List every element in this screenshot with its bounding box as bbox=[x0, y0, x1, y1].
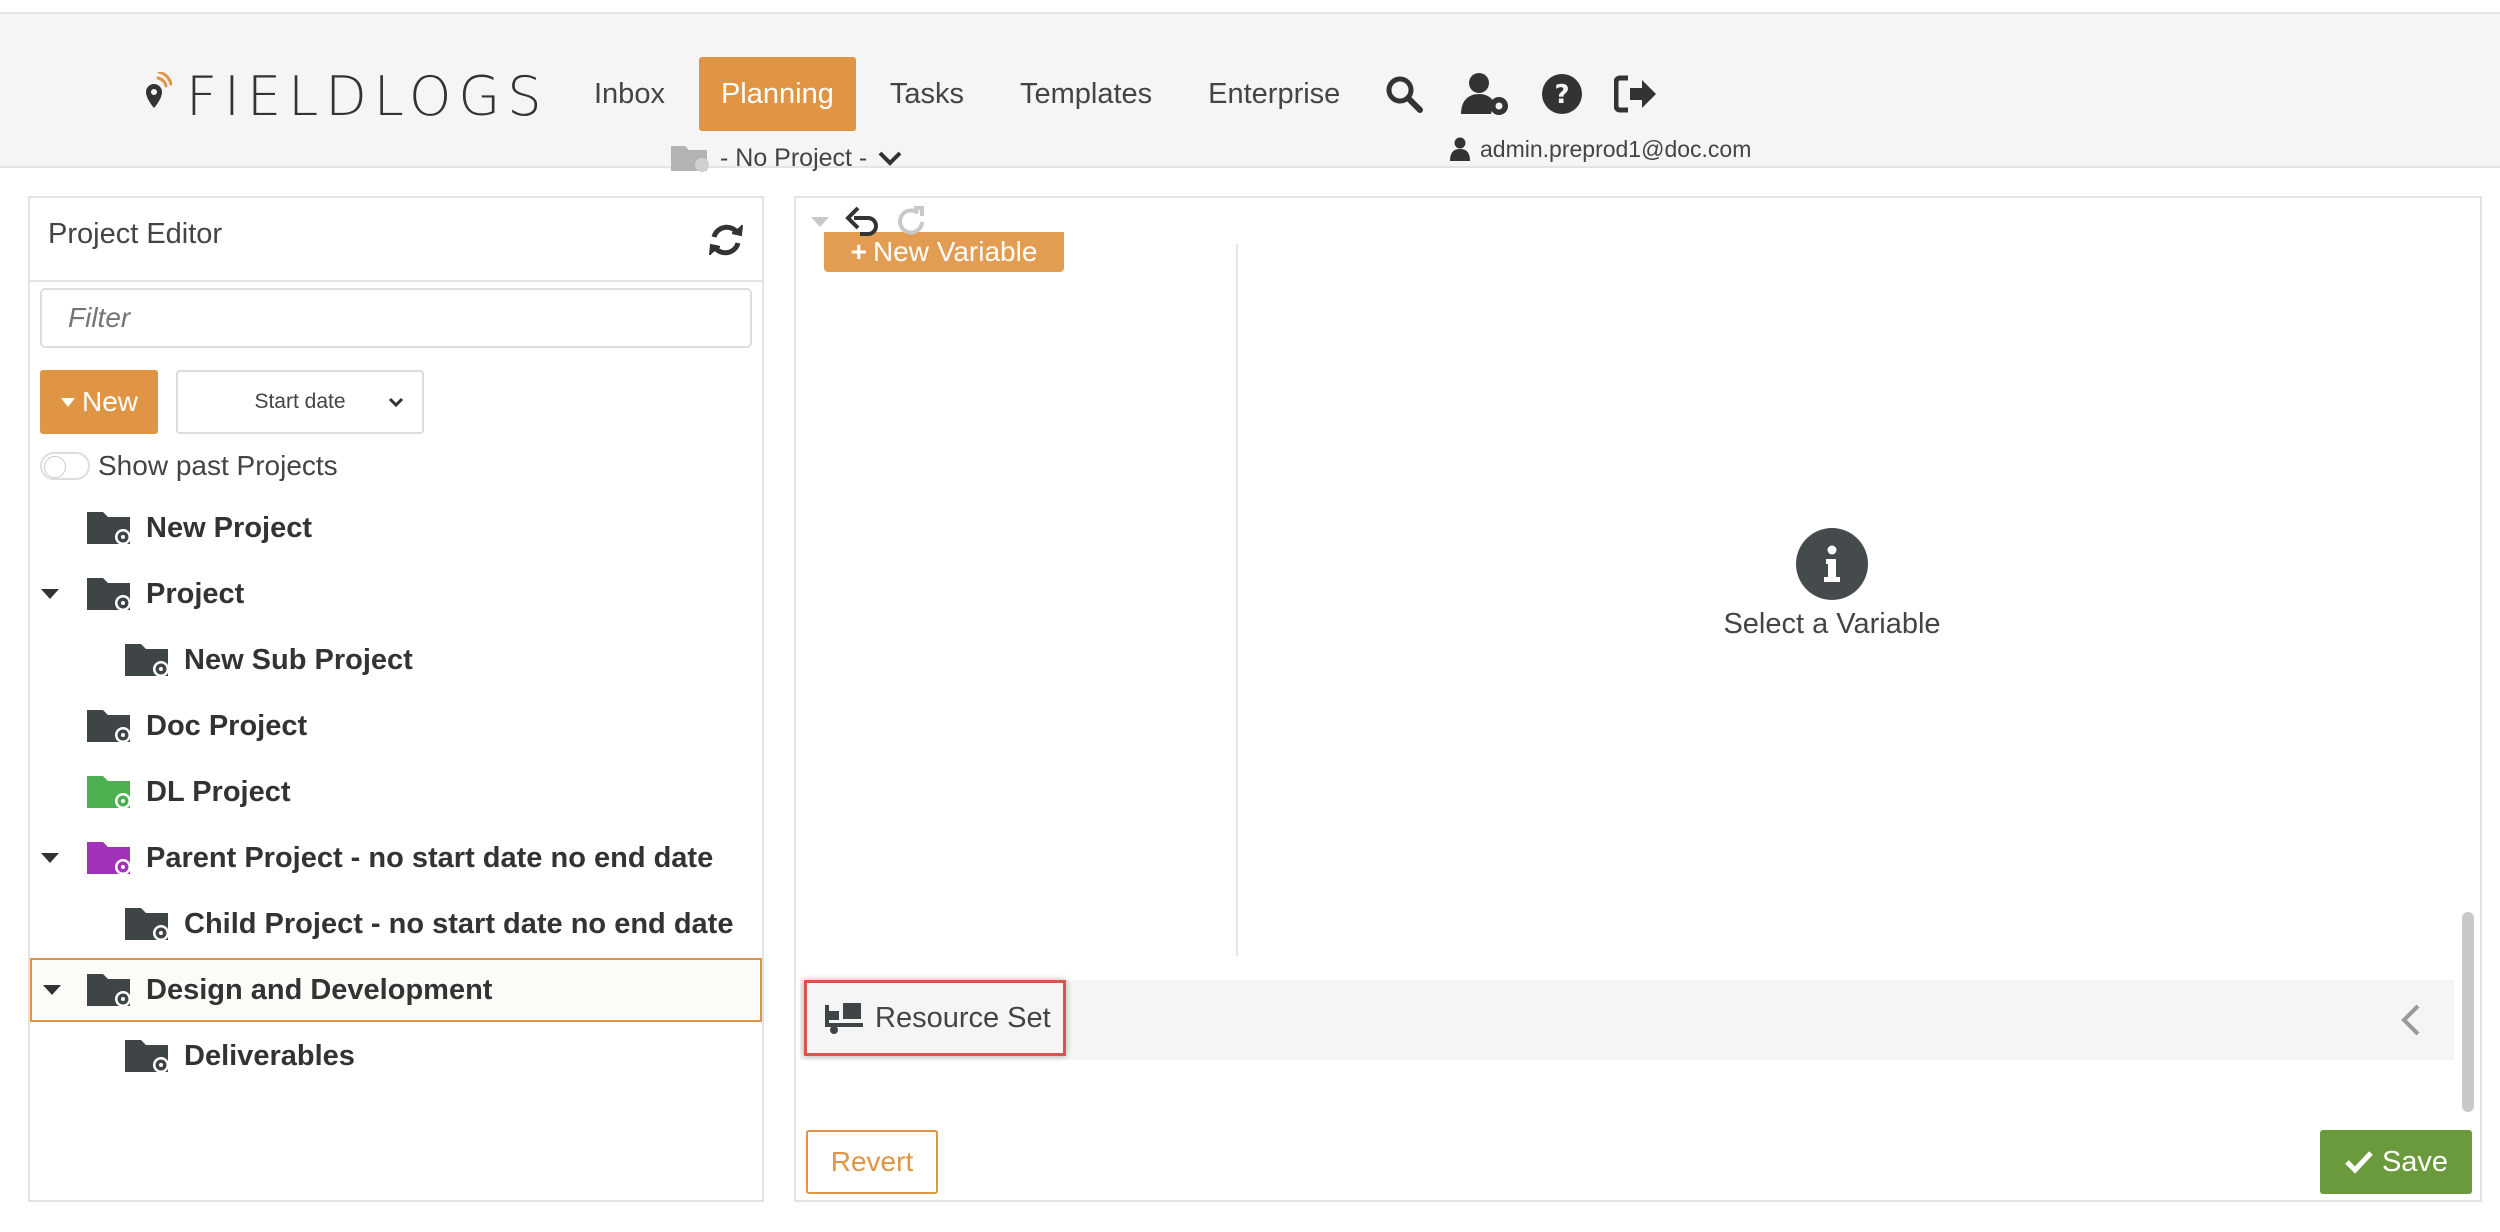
search-icon[interactable] bbox=[1376, 66, 1432, 122]
project-folder-icon bbox=[125, 1040, 169, 1073]
panel-divider bbox=[30, 280, 762, 282]
new-project-button[interactable]: New bbox=[40, 370, 158, 434]
project-folder-icon bbox=[87, 512, 131, 545]
tree-item-label: Deliverables bbox=[184, 1039, 355, 1072]
tree-item-new-project[interactable]: New Project bbox=[30, 496, 762, 560]
chevron-down-icon bbox=[878, 151, 902, 166]
truck-loading-icon bbox=[825, 1003, 863, 1034]
tree-item-doc-project[interactable]: Doc Project bbox=[30, 694, 762, 758]
project-selector[interactable]: - No Project - bbox=[670, 138, 903, 178]
tree-item-label: Parent Project - no start date no end da… bbox=[146, 841, 714, 874]
show-past-projects-row: Show past Projects bbox=[40, 446, 338, 486]
tree-item-label: Doc Project bbox=[146, 709, 308, 742]
user-info[interactable]: admin.preprod1@doc.com bbox=[1450, 132, 1751, 166]
chevron-down-icon bbox=[388, 397, 404, 408]
caret-down-icon bbox=[60, 398, 75, 407]
window-top-border bbox=[0, 0, 2500, 14]
tree-item-label: DL Project bbox=[146, 775, 291, 808]
save-button[interactable]: Save bbox=[2320, 1130, 2472, 1194]
location-pin-icon bbox=[146, 72, 172, 108]
variable-list-divider bbox=[1236, 244, 1238, 956]
redo-icon[interactable] bbox=[894, 204, 930, 240]
project-folder-icon bbox=[671, 146, 709, 172]
user-email: admin.preprod1@doc.com bbox=[1480, 135, 1752, 162]
tree-item-new-sub-project[interactable]: New Sub Project bbox=[30, 628, 762, 692]
nav-inbox[interactable]: Inbox bbox=[572, 57, 687, 131]
resource-set-button[interactable]: Resource Set bbox=[804, 980, 1066, 1056]
undo-icon[interactable] bbox=[844, 204, 880, 240]
history-controls bbox=[810, 202, 930, 242]
tree-item-project[interactable]: Project bbox=[30, 562, 762, 626]
help-icon[interactable]: ? bbox=[1534, 66, 1590, 122]
app-header: FIELDLOGS Inbox Planning Tasks Templates… bbox=[0, 14, 2500, 172]
tree-item-deliverables[interactable]: Deliverables bbox=[30, 1024, 762, 1088]
project-folder-icon bbox=[125, 644, 169, 677]
chevron-left-icon[interactable] bbox=[2396, 1002, 2426, 1038]
project-folder-icon bbox=[87, 974, 131, 1007]
save-label: Save bbox=[2381, 1145, 2449, 1178]
sign-out-icon[interactable] bbox=[1608, 66, 1664, 122]
project-folder-icon bbox=[125, 908, 169, 941]
panel-title: Project Editor bbox=[48, 218, 223, 250]
tree-item-dl-project[interactable]: DL Project bbox=[30, 760, 762, 824]
scrollbar[interactable] bbox=[2462, 912, 2474, 1112]
project-selector-label: - No Project - bbox=[720, 143, 868, 172]
info-icon bbox=[1796, 528, 1868, 600]
svg-text:?: ? bbox=[1554, 80, 1569, 110]
tree-item-label: New Project bbox=[146, 511, 312, 544]
tree-item-design-and-development[interactable]: Design and Development bbox=[30, 958, 762, 1022]
nav-planning[interactable]: Planning bbox=[698, 57, 856, 131]
expand-caret-icon[interactable] bbox=[40, 584, 60, 604]
toggle-knob bbox=[44, 456, 66, 478]
refresh-icon[interactable] bbox=[706, 220, 746, 260]
variable-editor-panel: + New Variable Select a Variable Resourc… bbox=[794, 196, 2482, 1202]
app-logo[interactable]: FIELDLOGS bbox=[132, 56, 549, 136]
logo-text: FIELDLOGS bbox=[186, 64, 549, 128]
show-past-projects-toggle[interactable] bbox=[40, 452, 90, 480]
expand-caret-icon[interactable] bbox=[42, 980, 62, 1000]
project-folder-icon bbox=[87, 776, 131, 809]
user-icon bbox=[1450, 137, 1470, 161]
nav-templates[interactable]: Templates bbox=[998, 57, 1174, 131]
nav-tasks[interactable]: Tasks bbox=[868, 57, 986, 131]
tree-item-child-project[interactable]: Child Project - no start date no end dat… bbox=[30, 892, 762, 956]
new-button-label: New bbox=[81, 386, 138, 417]
main-nav: Inbox Planning Tasks Templates Enterpris… bbox=[572, 57, 1374, 131]
collapse-caret-icon[interactable] bbox=[810, 215, 830, 229]
sort-select-value: Start date bbox=[254, 390, 346, 413]
user-settings-icon[interactable] bbox=[1458, 66, 1514, 122]
tree-item-label: New Sub Project bbox=[184, 643, 413, 676]
show-past-projects-label: Show past Projects bbox=[98, 450, 338, 481]
expand-caret-icon[interactable] bbox=[40, 848, 60, 868]
project-editor-panel: Project Editor New Start date Show past … bbox=[28, 196, 764, 1202]
resource-set-label: Resource Set bbox=[875, 1001, 1051, 1034]
sort-select[interactable]: Start date bbox=[176, 370, 424, 434]
project-folder-icon bbox=[87, 578, 131, 611]
tree-item-label: Child Project - no start date no end dat… bbox=[184, 907, 734, 940]
project-folder-icon bbox=[87, 842, 131, 875]
tree-item-label: Design and Development bbox=[146, 973, 493, 1006]
revert-button[interactable]: Revert bbox=[806, 1130, 938, 1194]
empty-state-message: Select a Variable bbox=[1723, 608, 1941, 640]
project-folder-icon bbox=[87, 710, 131, 743]
filter-input[interactable] bbox=[40, 288, 752, 348]
tree-item-label: Project bbox=[146, 577, 245, 610]
check-icon bbox=[2345, 1151, 2373, 1174]
nav-enterprise[interactable]: Enterprise bbox=[1186, 57, 1362, 131]
tree-item-parent-project[interactable]: Parent Project - no start date no end da… bbox=[30, 826, 762, 890]
